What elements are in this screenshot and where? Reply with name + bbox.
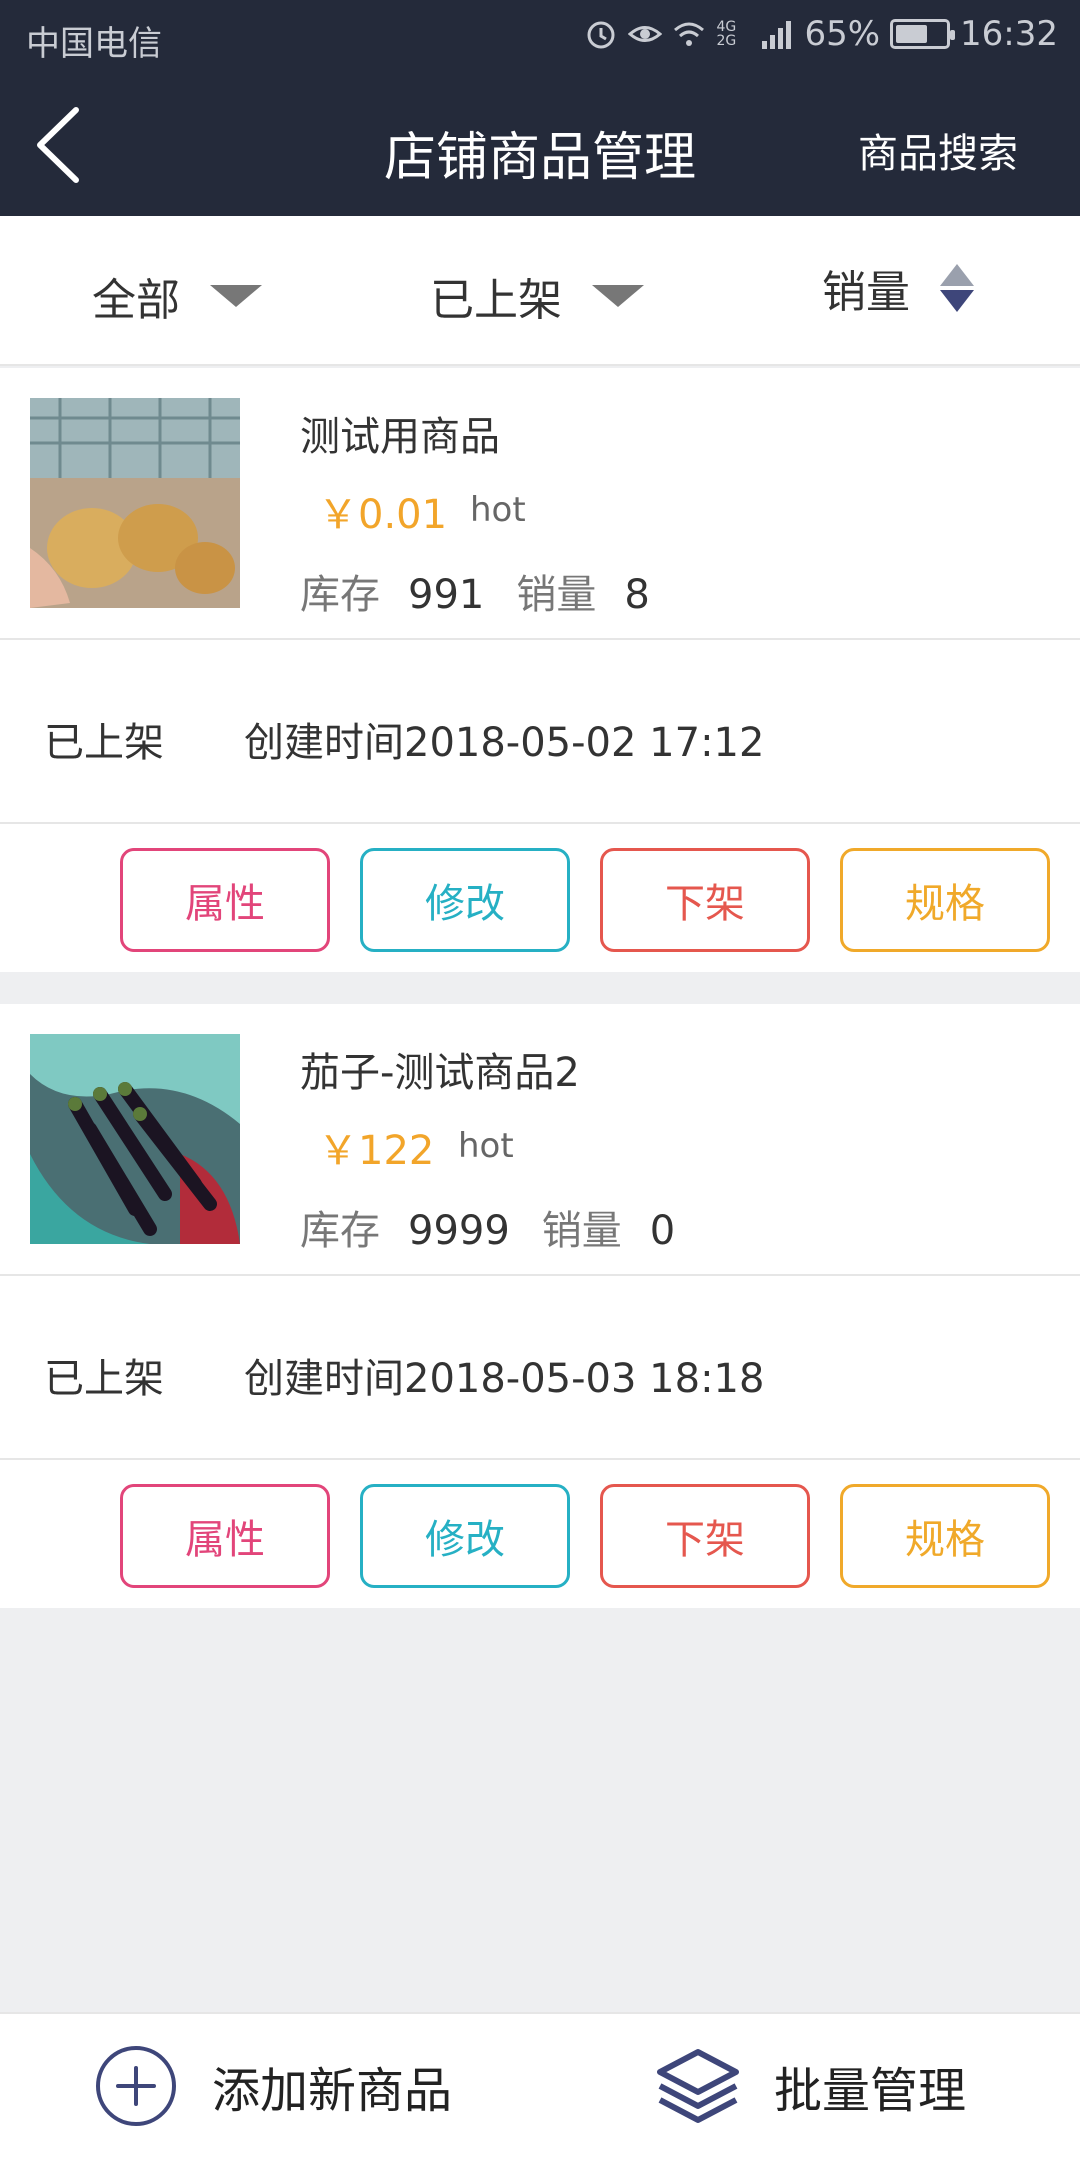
add-product-label: 添加新商品 <box>212 2063 453 2119</box>
stock-sales-row: 库存 991 销量 8 <box>300 562 682 620</box>
battery-level-fill <box>896 25 928 43</box>
sort-icon <box>940 264 974 312</box>
status-filter-label: 已上架 <box>430 275 562 326</box>
status-filter[interactable]: 已上架 <box>430 264 644 328</box>
potato-photo <box>30 398 240 608</box>
plus-circle-icon <box>96 2046 176 2126</box>
wifi-icon <box>674 22 705 46</box>
sales-label: 销量 <box>541 1208 622 1254</box>
divider <box>0 822 1080 824</box>
product-name: 测试用商品 <box>300 414 500 460</box>
product-tag: hot <box>470 490 526 530</box>
spec-button[interactable]: 规格 <box>840 848 1050 952</box>
stock-sales-row: 库存 9999 销量 0 <box>300 1198 707 1256</box>
bottom-action-bar: 添加新商品 批量管理 <box>0 2012 1080 2160</box>
stock-label: 库存 <box>300 572 380 618</box>
attributes-button[interactable]: 属性 <box>120 848 330 952</box>
category-filter[interactable]: 全部 <box>92 264 262 328</box>
status-bar: 中国电信 4G 2G 65% 16:32 <box>0 0 1080 75</box>
battery-percent: 65% <box>804 14 881 54</box>
sales-label: 销量 <box>516 572 597 618</box>
divider <box>0 1274 1080 1276</box>
stock-value: 9999 <box>408 1208 510 1254</box>
edit-button[interactable]: 修改 <box>360 848 570 952</box>
sales-sort[interactable]: 销量 <box>822 256 974 320</box>
filter-bar: 全部 已上架 销量 <box>0 216 1080 366</box>
product-price: ￥0.01 <box>318 492 448 538</box>
alarm-icon <box>587 21 615 49</box>
clock: 16:32 <box>960 14 1058 54</box>
stock-label: 库存 <box>300 1208 380 1254</box>
stock-value: 991 <box>408 572 485 618</box>
product-card: 茄子-测试商品2 ￥122 hot 库存 9999 销量 0 已上架 创建时间2018… <box>0 1004 1080 1608</box>
created-time: 创建时间2018-05-03 18:18 <box>244 1356 765 1402</box>
divider <box>0 638 1080 640</box>
category-filter-label: 全部 <box>92 275 180 326</box>
layers-icon <box>657 2049 739 2123</box>
status-icons: 4G 2G 65% 16:32 <box>584 14 1058 54</box>
product-image[interactable] <box>30 398 240 608</box>
dropdown-arrow-icon <box>592 285 644 307</box>
batch-manage-label: 批量管理 <box>774 2063 967 2119</box>
created-time: 创建时间2018-05-02 17:12 <box>244 720 765 766</box>
divider <box>0 1458 1080 1460</box>
listing-status: 已上架 <box>44 1356 164 1402</box>
product-name: 茄子-测试商品2 <box>300 1050 580 1096</box>
unlist-button[interactable]: 下架 <box>600 1484 810 1588</box>
product-price: ￥122 <box>318 1128 435 1174</box>
sales-sort-label: 销量 <box>822 267 910 318</box>
sales-value: 0 <box>649 1208 676 1254</box>
edit-button[interactable]: 修改 <box>360 1484 570 1588</box>
product-tag: hot <box>458 1126 514 1166</box>
eggplant-photo <box>30 1034 240 1244</box>
add-product-button[interactable]: 添加新商品 <box>94 2044 452 2128</box>
app-header: 店铺商品管理 商品搜索 <box>0 75 1080 216</box>
eye-icon <box>628 26 663 42</box>
battery-icon <box>890 19 956 49</box>
carrier-label: 中国电信 <box>26 24 162 64</box>
dropdown-arrow-icon <box>210 285 262 307</box>
product-search-button[interactable]: 商品搜索 <box>858 121 1018 179</box>
batch-manage-button[interactable]: 批量管理 <box>656 2044 966 2128</box>
unlist-button[interactable]: 下架 <box>600 848 810 952</box>
network-label: 4G 2G <box>716 19 737 49</box>
sales-value: 8 <box>624 572 650 618</box>
signal-icon <box>762 21 792 49</box>
attributes-button[interactable]: 属性 <box>120 1484 330 1588</box>
product-image[interactable] <box>30 1034 240 1244</box>
product-card: 测试用商品 ￥0.01 hot 库存 991 销量 8 已上架 创建时间2018-05… <box>0 368 1080 972</box>
spec-button[interactable]: 规格 <box>840 1484 1050 1588</box>
listing-status: 已上架 <box>44 720 164 766</box>
